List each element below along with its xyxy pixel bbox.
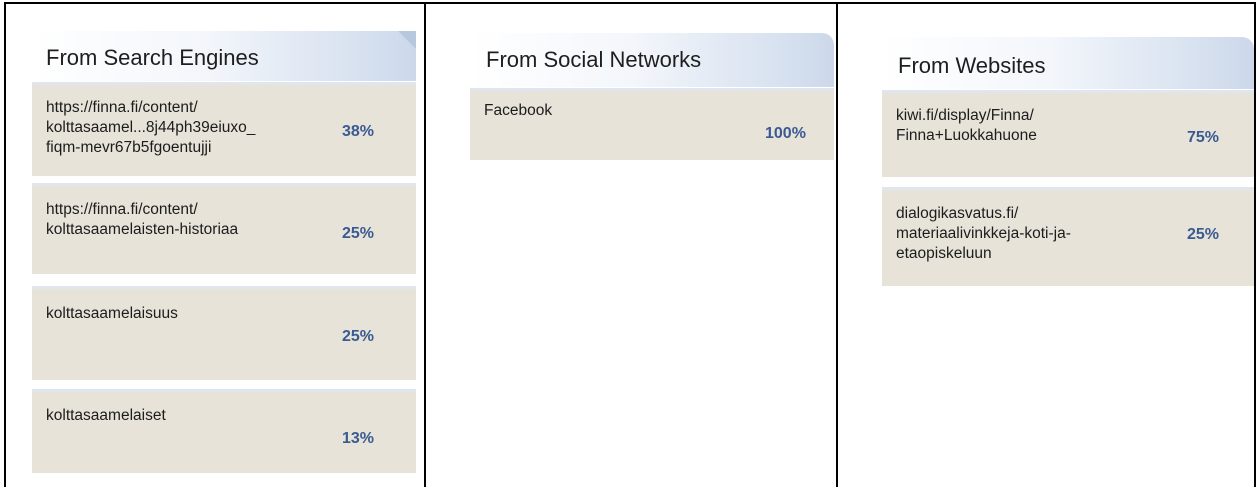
list-item[interactable]: kolttasaamelaiset 13% [32, 389, 416, 473]
list-item[interactable]: https://finna.fi/content/ kolttasaamelai… [32, 183, 416, 274]
websites-title: From Websites [898, 53, 1046, 78]
item-percentage: 13% [342, 430, 375, 447]
list-item[interactable]: Facebook 100% [470, 88, 834, 160]
item-label: dialogikasvatus.fi/ materiaalivinkkeja-k… [896, 205, 1071, 262]
item-percentage: 75% [1187, 129, 1220, 146]
list-item[interactable]: kiwi.fi/display/Finna/ Finna+Luokkahuone… [882, 90, 1254, 177]
websites-panel: From Websites kiwi.fi/display/Finna/ Fin… [838, 4, 1256, 487]
list-item[interactable]: dialogikasvatus.fi/ materiaalivinkkeja-k… [882, 187, 1254, 286]
item-percentage: 25% [342, 225, 375, 242]
list-item[interactable]: kolttasaamelaisuus 25% [32, 286, 416, 380]
item-percentage: 25% [342, 328, 375, 345]
search-engines-header: From Search Engines [32, 31, 416, 81]
header-corner-decoration [398, 31, 416, 49]
social-networks-panel: From Social Networks Facebook 100% [426, 4, 836, 487]
item-percentage: 100% [765, 125, 806, 142]
item-label: kolttasaamelaisuus [46, 305, 178, 322]
referrer-panels-frame: From Search Engines https://finna.fi/con… [4, 2, 1256, 487]
list-item[interactable]: https://finna.fi/content/ kolttasaamel..… [32, 82, 416, 176]
item-percentage: 38% [342, 123, 375, 140]
item-label: https://finna.fi/content/ kolttasaamel..… [46, 99, 256, 156]
social-networks-header: From Social Networks [470, 33, 834, 87]
item-percentage: 25% [1187, 226, 1220, 243]
search-engines-panel: From Search Engines https://finna.fi/con… [6, 4, 424, 487]
websites-header: From Websites [882, 37, 1254, 89]
item-label: Facebook [484, 102, 553, 119]
item-label: kiwi.fi/display/Finna/ Finna+Luokkahuone [896, 107, 1037, 144]
item-label: kolttasaamelaiset [46, 407, 166, 424]
search-engines-title: From Search Engines [46, 45, 259, 70]
item-label: https://finna.fi/content/ kolttasaamelai… [46, 201, 239, 238]
social-networks-title: From Social Networks [486, 47, 702, 72]
